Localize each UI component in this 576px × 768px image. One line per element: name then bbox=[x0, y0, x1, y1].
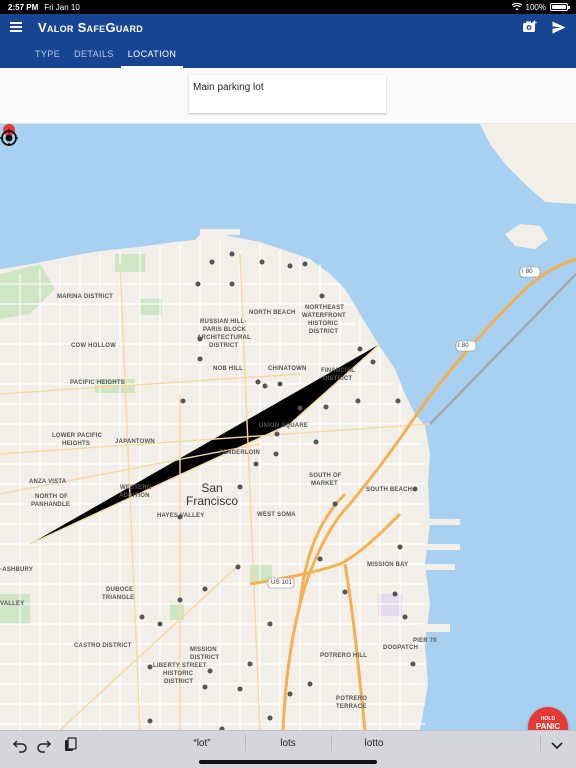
tab-type[interactable]: TYPE bbox=[28, 40, 67, 68]
district-label: MISSION BAY bbox=[367, 562, 409, 568]
district-label: PANHANDLE bbox=[31, 502, 71, 508]
highway-shield: I 80 bbox=[522, 269, 533, 275]
suggestion-1[interactable]: “lot” bbox=[180, 738, 224, 749]
district-label: -ASHBURY bbox=[0, 567, 34, 573]
district-label: NOB HILL bbox=[213, 366, 243, 372]
district-label: DISTRICT bbox=[309, 329, 339, 335]
district-label: MARINA DISTRICT bbox=[57, 294, 114, 300]
menu-icon[interactable] bbox=[10, 22, 22, 32]
location-panel bbox=[0, 68, 576, 124]
district-label: TERRACE bbox=[336, 704, 367, 710]
district-label: JAPANTOWN bbox=[115, 439, 155, 445]
suggestion-divider bbox=[245, 735, 246, 751]
app-bar: Valor SafeGuard TYPE DETAILS LOCATION bbox=[0, 14, 576, 68]
district-label: DUBOCE bbox=[106, 587, 134, 593]
status-bar: 2:57 PM Fri Jan 10 100% bbox=[0, 0, 576, 14]
highway-shield: I 80 bbox=[458, 343, 469, 349]
district-label: UNION SQUARE bbox=[259, 423, 309, 429]
send-icon[interactable] bbox=[552, 21, 566, 34]
district-label: POTRERO bbox=[336, 696, 368, 702]
district-label: FINANCIAL bbox=[321, 368, 356, 374]
district-label: SOUTH BEACH bbox=[366, 487, 413, 493]
suggestion-3[interactable]: lotto bbox=[352, 738, 396, 749]
district-label: HISTORIC bbox=[308, 321, 339, 327]
paste-icon[interactable] bbox=[62, 737, 78, 753]
hide-keyboard-icon[interactable] bbox=[549, 737, 565, 753]
district-label: PIER 70 bbox=[413, 638, 437, 644]
district-label: VALLEY bbox=[0, 601, 25, 607]
district-label: DISTRICT bbox=[164, 679, 194, 685]
battery-icon bbox=[550, 3, 570, 11]
status-time: 2:57 PM bbox=[8, 2, 39, 12]
district-label: HAYES VALLEY bbox=[157, 513, 205, 519]
suggestion-2[interactable]: lots bbox=[266, 738, 310, 749]
district-label: CASTRO DISTRICT bbox=[74, 643, 132, 649]
home-indicator bbox=[199, 760, 377, 764]
district-label: WESTERN bbox=[120, 485, 152, 491]
district-label: MARKET bbox=[311, 481, 338, 487]
district-label: CHINATOWN bbox=[268, 366, 307, 372]
district-label: MISSION bbox=[190, 647, 217, 653]
district-label: NORTHEAST bbox=[305, 305, 345, 311]
district-label: NORTH BEACH bbox=[249, 310, 296, 316]
battery-percent: 100% bbox=[525, 2, 546, 12]
location-pin-icon[interactable] bbox=[0, 124, 18, 146]
district-label: DISTRICT bbox=[209, 343, 239, 349]
district-label: WEST SOMA bbox=[257, 512, 296, 518]
redo-icon[interactable] bbox=[36, 737, 52, 753]
district-label: DISTRICT bbox=[190, 655, 220, 661]
map-view[interactable]: I 80 I 80 US 101 MARINA DISTRICT COW HOL… bbox=[0, 124, 576, 730]
district-label: NORTH OF bbox=[35, 494, 68, 500]
district-label: HEIGHTS bbox=[62, 441, 91, 447]
district-label: ARCHITECTURAL bbox=[197, 335, 251, 341]
toolbar-divider bbox=[540, 735, 541, 751]
district-label: ANZA VISTA bbox=[29, 479, 67, 485]
app-title: Valor SafeGuard bbox=[38, 19, 144, 35]
district-label: RUSSIAN HILL- bbox=[200, 319, 247, 325]
district-label: TENDERLOIN bbox=[219, 450, 260, 456]
district-label: ADDITION bbox=[119, 493, 150, 499]
district-label: TRIANGLE bbox=[102, 595, 135, 601]
suggestion-divider bbox=[331, 735, 332, 751]
add-photo-icon[interactable] bbox=[522, 20, 538, 34]
district-label: SOUTH OF bbox=[309, 473, 342, 479]
city-label: San Francisco bbox=[186, 482, 238, 508]
district-label: LIBERTY STREET bbox=[153, 663, 207, 669]
wifi-icon bbox=[511, 3, 522, 11]
district-label: HISTORIC bbox=[163, 671, 194, 677]
district-label: DOGPATCH bbox=[383, 645, 419, 651]
city-label-line2: Francisco bbox=[186, 494, 239, 508]
tab-location[interactable]: LOCATION bbox=[120, 40, 184, 68]
district-label: PARIS BLOCK bbox=[203, 327, 247, 333]
district-label: PACIFIC HEIGHTS bbox=[70, 380, 125, 386]
location-input[interactable] bbox=[189, 75, 386, 113]
status-date: Fri Jan 10 bbox=[44, 2, 80, 12]
tab-details[interactable]: DETAILS bbox=[67, 40, 121, 68]
tab-bar: TYPE DETAILS LOCATION bbox=[0, 40, 576, 68]
highway-shield: US 101 bbox=[271, 580, 293, 586]
district-label: WATERFRONT bbox=[302, 313, 346, 319]
district-label: DISTRICT bbox=[323, 376, 353, 382]
district-label: LOWER PACIFIC bbox=[52, 433, 103, 439]
district-label: POTRERO HILL bbox=[320, 653, 368, 659]
district-label: COW HOLLOW bbox=[71, 343, 116, 349]
undo-icon[interactable] bbox=[12, 737, 28, 753]
